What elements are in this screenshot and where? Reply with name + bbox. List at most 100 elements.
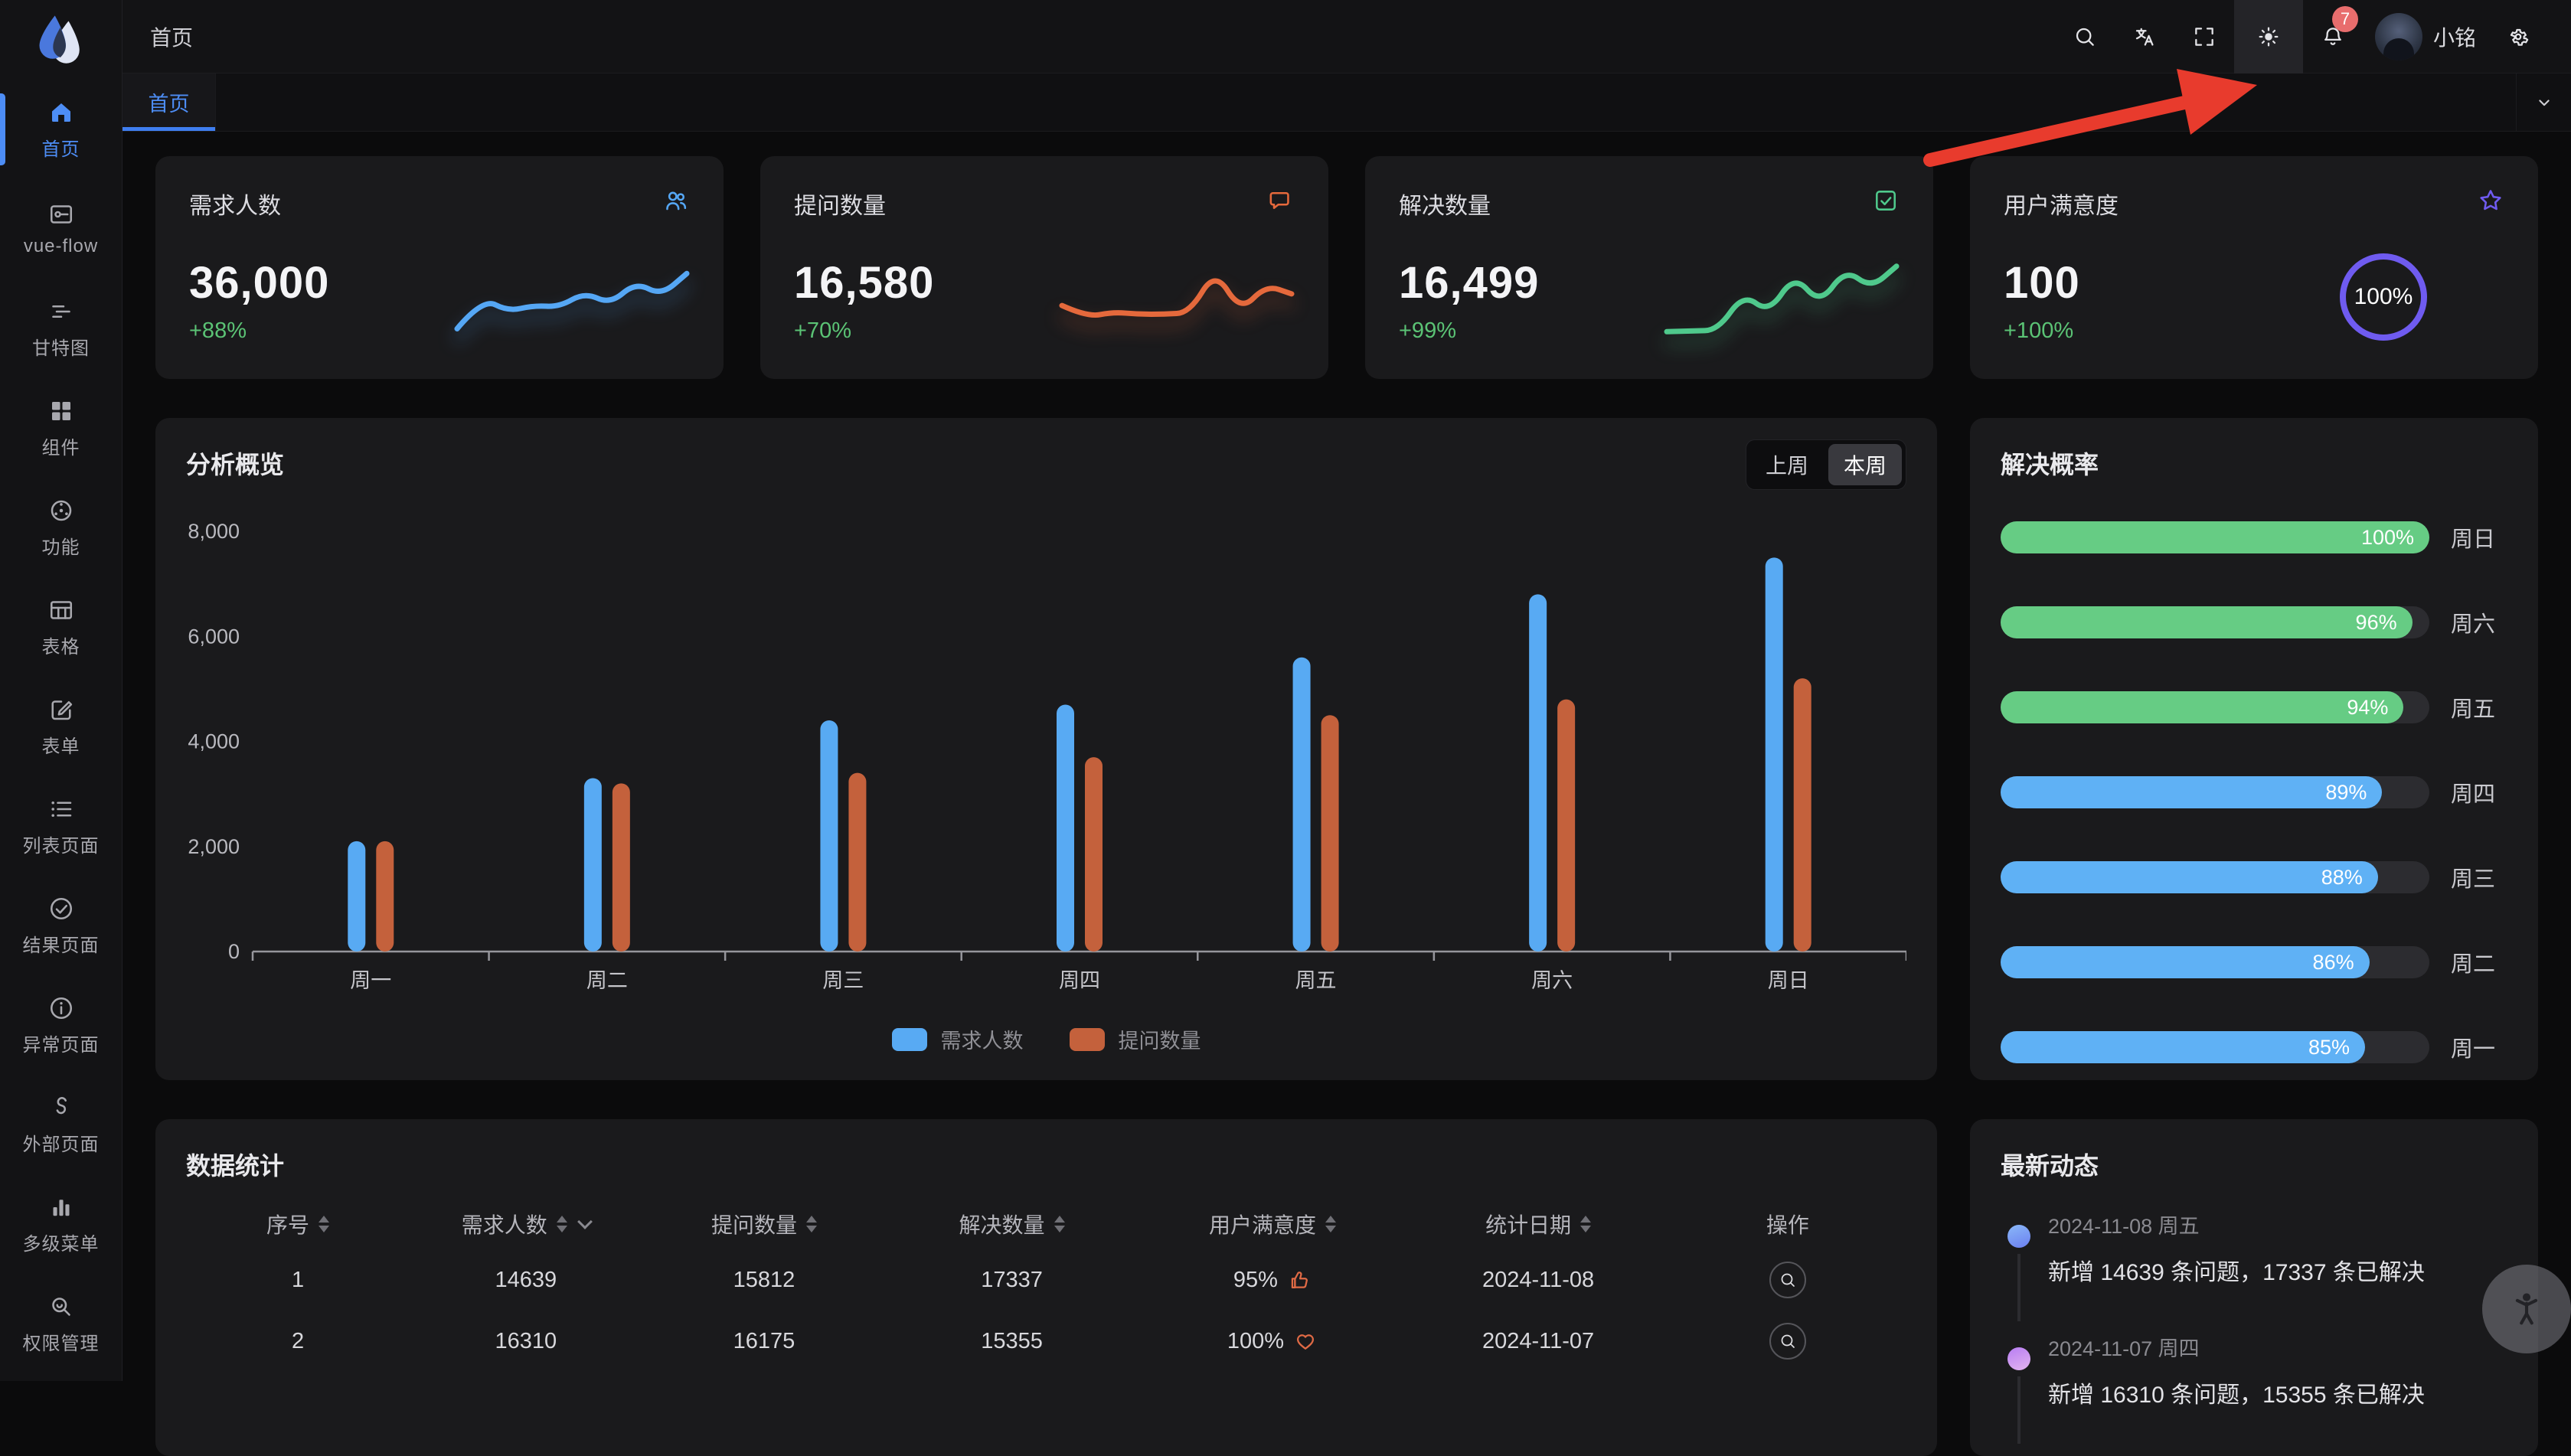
sort-caret[interactable]	[806, 1216, 817, 1232]
tab-home[interactable]: 首页	[123, 73, 216, 131]
filter-chevron-icon[interactable]	[577, 1214, 593, 1229]
view-row-button[interactable]	[1769, 1262, 1806, 1298]
solve-rate-panel: 解决概率 100% 周日 96% 周六 94% 周五 89%	[1970, 418, 2538, 1080]
settings-button[interactable]	[2488, 0, 2548, 73]
solve-rate-row: 94% 周五	[2001, 691, 2511, 723]
app-logo-icon[interactable]	[32, 14, 90, 75]
svg-text:6,000: 6,000	[188, 625, 240, 648]
progress-day-label: 周五	[2451, 691, 2511, 723]
avatar	[2375, 13, 2422, 60]
view-row-button[interactable]	[1769, 1323, 1806, 1360]
table-header-6[interactable]: 操作	[1669, 1209, 1906, 1239]
sidebar-item-4[interactable]: 功能	[0, 478, 122, 577]
sort-caret[interactable]	[1325, 1216, 1336, 1232]
sidebar-item-10[interactable]: 外部页面	[0, 1075, 122, 1174]
progress-day-label: 周六	[2451, 606, 2511, 638]
list-icon	[47, 795, 75, 823]
svg-text:周二: 周二	[586, 969, 628, 992]
table-header-4[interactable]: 用户满意度	[1138, 1209, 1408, 1239]
sort-caret[interactable]	[557, 1216, 567, 1232]
svg-text:周日: 周日	[1768, 969, 1809, 992]
table-header-3[interactable]: 解决数量	[887, 1209, 1138, 1239]
topbar: 首页 7 小铭	[123, 0, 2571, 73]
accessibility-helper-button[interactable]	[2482, 1265, 2571, 1353]
heart-icon	[1293, 1329, 1318, 1353]
sidebar-item-12[interactable]: 权限管理	[0, 1274, 122, 1373]
progress-track: 86%	[2001, 946, 2429, 978]
legend-item[interactable]: 需求人数	[892, 1024, 1024, 1054]
sidebar-item-label: 列表页面	[23, 831, 100, 857]
tab-list-dropdown-button[interactable]	[2516, 73, 2571, 131]
stat-card-title: 用户满意度	[2004, 187, 2504, 220]
stat-card-delta: +70%	[794, 318, 851, 344]
sun-icon	[2256, 24, 2281, 49]
sidebar-item-label: 异常页面	[23, 1030, 100, 1056]
stat-card-title: 解决数量	[1399, 187, 1900, 220]
timeline-rail	[2001, 1199, 2037, 1321]
table-header-5[interactable]: 统计日期	[1407, 1209, 1669, 1239]
sidebar-item-6[interactable]: 表单	[0, 677, 122, 776]
accessibility-icon	[2504, 1287, 2549, 1331]
sidebar-item-1[interactable]: vue-flow	[0, 179, 122, 279]
stat-card-delta: +88%	[189, 318, 247, 344]
user-menu[interactable]: 小铭	[2363, 0, 2488, 73]
cell-demand: 16310	[410, 1329, 642, 1354]
table-header-0[interactable]: 序号	[186, 1209, 410, 1239]
legend-item[interactable]: 提问数量	[1070, 1024, 1201, 1054]
sidebar-item-9[interactable]: 异常页面	[0, 975, 122, 1075]
toggle-last-week[interactable]: 上周	[1750, 444, 1824, 485]
table-header-row: 序号需求人数提问数量解决数量用户满意度统计日期操作	[186, 1199, 1906, 1249]
breadcrumb[interactable]: 首页	[150, 21, 193, 52]
progress-fill: 86%	[2001, 946, 2370, 978]
activity-text: 新增 14639 条问题，17337 条已解决	[2048, 1253, 2517, 1287]
cell-questions: 16175	[642, 1329, 886, 1354]
sidebar-item-5[interactable]: 表格	[0, 577, 122, 677]
toggle-this-week[interactable]: 本周	[1828, 444, 1902, 485]
search-button[interactable]	[2055, 0, 2115, 73]
progress-day-label: 周三	[2451, 861, 2511, 893]
username: 小铭	[2433, 21, 2476, 52]
svg-text:周六: 周六	[1531, 969, 1573, 992]
progress-day-label: 周二	[2451, 946, 2511, 978]
result-icon	[47, 895, 75, 922]
translate-icon	[2132, 24, 2157, 49]
sidebar-item-11[interactable]: 多级菜单	[0, 1174, 122, 1274]
sidebar-item-0[interactable]: 首页	[0, 80, 122, 179]
exception-icon	[47, 994, 75, 1022]
notifications-button[interactable]: 7	[2303, 0, 2363, 73]
table-row: 1 14639 15812 17337 95% 2024-11-08	[186, 1249, 1906, 1311]
sidebar-item-2[interactable]: 甘特图	[0, 279, 122, 378]
sidebar-item-label: 表格	[42, 632, 80, 658]
fullscreen-button[interactable]	[2174, 0, 2234, 73]
svg-text:8,000: 8,000	[188, 520, 240, 543]
progress-day-label: 周日	[2451, 521, 2511, 553]
svg-text:0: 0	[228, 940, 240, 963]
search-icon	[2073, 24, 2097, 49]
sort-caret[interactable]	[1580, 1216, 1591, 1232]
stat-cards-row: 需求人数 36,000 +88% 提问数量 16,580 +70% 解决数量 1…	[155, 156, 2538, 379]
svg-text:周五: 周五	[1295, 969, 1337, 992]
sort-caret[interactable]	[319, 1216, 329, 1232]
sidebar-item-8[interactable]: 结果页面	[0, 876, 122, 975]
cell-solved: 15355	[887, 1329, 1138, 1354]
activity-timeline: 2024-11-08 周五 新增 14639 条问题，17337 条已解决 20…	[2001, 1199, 2517, 1456]
panel-title: 分析概览	[186, 446, 284, 481]
activity-item: 2024-11-08 周五 新增 14639 条问题，17337 条已解决	[2001, 1199, 2517, 1321]
timeline-rail	[2001, 1321, 2037, 1444]
stat-card: 需求人数 36,000 +88%	[155, 156, 724, 379]
sidebar-item-7[interactable]: 列表页面	[0, 776, 122, 876]
table-header-2[interactable]: 提问数量	[642, 1209, 886, 1239]
translate-button[interactable]	[2115, 0, 2174, 73]
chart-legend: 需求人数 提问数量	[155, 1024, 1937, 1054]
solve-rate-row: 85% 周一	[2001, 1031, 2511, 1063]
progress-fill: 94%	[2001, 691, 2403, 723]
panel-title: 解决概率	[2001, 446, 2099, 481]
theme-toggle-button[interactable]	[2234, 0, 2303, 73]
timeline-dot	[2007, 1225, 2030, 1248]
solve-rate-row: 100% 周日	[2001, 521, 2511, 553]
sort-caret[interactable]	[1054, 1216, 1065, 1232]
table-header-1[interactable]: 需求人数	[410, 1209, 642, 1239]
sidebar-item-label: 权限管理	[23, 1328, 100, 1355]
sidebar-item-3[interactable]: 组件	[0, 378, 122, 478]
cell-satisfaction: 100%	[1138, 1329, 1408, 1354]
